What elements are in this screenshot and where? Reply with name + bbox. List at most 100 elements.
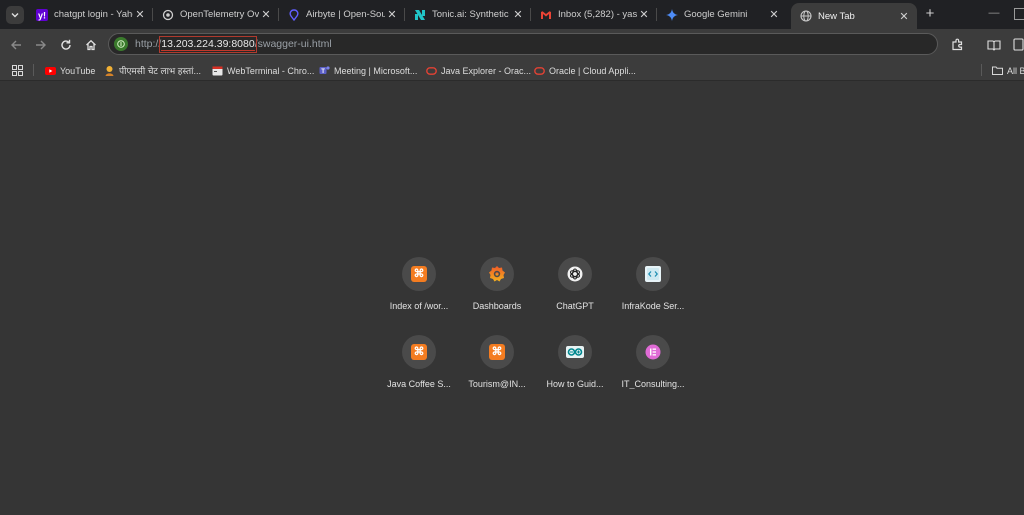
extensions-button[interactable] <box>949 37 965 52</box>
xampp-icon: ⌘ <box>402 335 436 369</box>
shortcut-index-of[interactable]: ⌘ Index of /wor... <box>380 257 458 327</box>
reload-icon <box>60 39 71 50</box>
bookmark-java-explorer[interactable]: Java Explorer - Orac... <box>426 64 531 77</box>
url-text: http://13.203.224.39:8080/swagger-ui.htm… <box>135 36 332 53</box>
tab-opentelemetry[interactable]: OpenTelemetry Overv ✕ <box>153 3 279 26</box>
close-icon[interactable]: ✕ <box>259 8 273 21</box>
bookmarks-divider <box>33 64 34 76</box>
toolbar: http://13.203.224.39:8080/swagger-ui.htm… <box>0 29 1024 60</box>
gmail-icon <box>540 9 552 21</box>
bookmark-label: Oracle | Cloud Appli... <box>549 65 636 76</box>
shortcut-label: Dashboards <box>472 301 522 311</box>
shortcut-label: InfraKode Ser... <box>621 301 685 311</box>
url-path: /swagger-ui.html <box>254 38 332 50</box>
teams-icon: T <box>319 65 330 76</box>
shortcut-it-consulting[interactable]: IT_Consulting... <box>614 335 692 405</box>
tab-title: chatgpt login - Yahoo <box>54 9 133 20</box>
svg-text:y!: y! <box>38 10 46 20</box>
shortcut-label: ChatGPT <box>556 301 594 311</box>
reload-button[interactable] <box>58 37 73 52</box>
bookmark-youtube[interactable]: YouTube <box>45 64 95 77</box>
shortcut-chatgpt[interactable]: ChatGPT <box>536 257 614 327</box>
opentelemetry-icon <box>162 9 174 21</box>
home-button[interactable] <box>83 37 98 52</box>
tab-new-tab[interactable]: New Tab ✕ <box>791 3 917 29</box>
tab-airbyte[interactable]: Airbyte | Open-Sourc ✕ <box>279 3 405 26</box>
airbyte-icon <box>288 8 300 21</box>
infrakode-icon <box>636 257 670 291</box>
bookmark-webterminal[interactable]: WebTerminal - Chro... <box>212 64 314 77</box>
bookmark-pmc[interactable]: पीएमसी चेट लाभ हस्तां... <box>104 64 201 77</box>
back-button[interactable] <box>8 37 23 52</box>
shortcut-infrakode[interactable]: InfraKode Ser... <box>614 257 692 327</box>
bookmark-meeting[interactable]: T Meeting | Microsoft... <box>319 64 417 77</box>
tab-title: Tonic.ai: Synthetic Te <box>432 9 511 20</box>
shortcut-java-coffee[interactable]: ⌘ Java Coffee S... <box>380 335 458 405</box>
xampp-icon: ⌘ <box>480 335 514 369</box>
close-icon[interactable]: ✕ <box>767 8 781 21</box>
xampp-icon: ⌘ <box>402 257 436 291</box>
tab-title: Airbyte | Open-Sourc <box>306 9 385 20</box>
tab-tonic[interactable]: Tonic.ai: Synthetic Te ✕ <box>405 3 531 26</box>
url-protocol: http:// <box>135 38 162 50</box>
shortcut-label: Tourism@IN... <box>468 379 526 389</box>
globe-icon <box>800 10 812 22</box>
book-icon <box>987 39 1001 51</box>
puzzle-icon <box>951 38 962 51</box>
bookmark-label: पीएमसी चेट लाभ हस्तां... <box>119 66 201 76</box>
home-icon <box>85 39 96 50</box>
profile-icon <box>1013 38 1024 51</box>
close-icon[interactable]: ✕ <box>511 8 525 21</box>
forward-button[interactable] <box>33 37 48 52</box>
address-bar[interactable]: http://13.203.224.39:8080/swagger-ui.htm… <box>108 33 938 55</box>
tab-yahoo[interactable]: y! chatgpt login - Yahoo ✕ <box>27 3 153 26</box>
bookmark-oracle-cloud[interactable]: Oracle | Cloud Appli... <box>534 64 636 77</box>
close-icon[interactable]: ✕ <box>385 8 399 21</box>
youtube-icon <box>45 65 56 76</box>
folder-icon <box>992 65 1003 76</box>
close-icon[interactable]: ✕ <box>897 10 911 23</box>
shortcut-how-to-guide[interactable]: How to Guid... <box>536 335 614 405</box>
bookmarks-bar: YouTube पीएमसी चेट लाभ हस्तां... WebTerm… <box>0 60 1024 81</box>
close-icon[interactable]: ✕ <box>133 8 147 21</box>
minimize-button[interactable]: — <box>986 6 1002 22</box>
arrow-right-icon <box>35 40 46 49</box>
shortcut-label: How to Guid... <box>546 379 604 389</box>
grafana-icon <box>480 257 514 291</box>
gemini-icon <box>666 8 678 21</box>
pmc-icon <box>104 65 115 76</box>
tab-title: Inbox (5,282) - yashd <box>558 9 637 20</box>
site-info-icon[interactable] <box>114 37 128 51</box>
yahoo-icon: y! <box>36 8 48 21</box>
tab-gmail[interactable]: Inbox (5,282) - yashd ✕ <box>531 3 657 26</box>
chevron-down-icon <box>11 13 19 18</box>
tab-search-button[interactable] <box>6 6 24 24</box>
bookmark-label: YouTube <box>60 65 96 76</box>
all-bookmarks-button[interactable]: All B <box>992 64 1024 77</box>
tab-title: OpenTelemetry Overv <box>180 9 259 20</box>
bookmark-label: Java Explorer - Orac... <box>441 65 532 76</box>
oracle-icon <box>426 65 437 76</box>
apps-grid-icon <box>12 65 23 76</box>
arduino-icon <box>558 335 592 369</box>
bookmarks-divider <box>981 64 982 76</box>
tab-gemini[interactable]: Google Gemini ✕ <box>657 3 787 26</box>
reading-mode-button[interactable] <box>986 37 1002 52</box>
arrow-left-icon <box>10 40 21 49</box>
shortcut-tourism[interactable]: ⌘ Tourism@IN... <box>458 335 536 405</box>
bookmark-label: WebTerminal - Chro... <box>227 65 315 76</box>
close-icon[interactable]: ✕ <box>637 8 651 21</box>
url-host: 13.203.224.39:8080 <box>159 36 257 53</box>
all-bookmarks-label: All B <box>1007 65 1024 76</box>
shortcut-dashboards[interactable]: Dashboards <box>458 257 536 327</box>
tab-strip: y! chatgpt login - Yahoo ✕ OpenTelemetry… <box>0 0 1024 29</box>
elementor-icon <box>636 335 670 369</box>
new-tab-button[interactable]: + <box>922 6 938 22</box>
webterminal-icon <box>212 65 223 76</box>
apps-button[interactable] <box>12 64 23 77</box>
tonic-icon <box>414 9 426 21</box>
oracle-icon <box>534 65 545 76</box>
maximize-button[interactable] <box>1014 8 1024 20</box>
bookmark-label: Meeting | Microsoft... <box>334 65 418 76</box>
profile-button[interactable] <box>1010 37 1024 52</box>
